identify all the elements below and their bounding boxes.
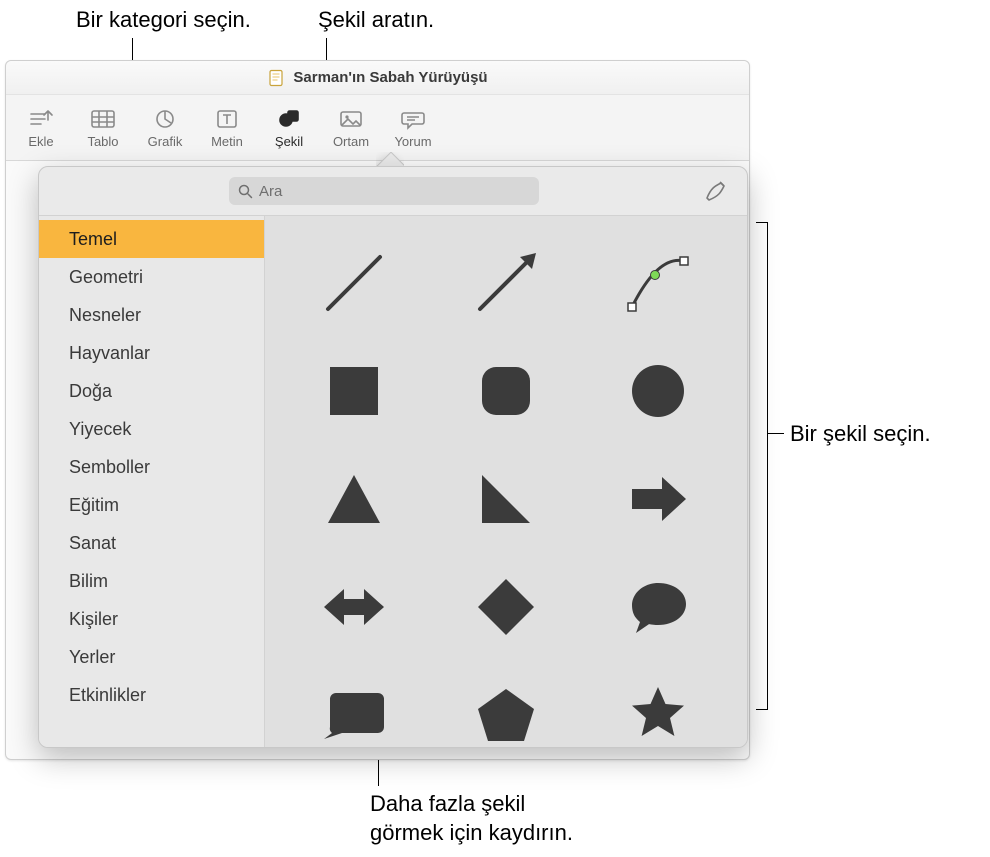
chart-icon (152, 108, 178, 130)
sidebar-item-temel[interactable]: Temel (39, 220, 264, 258)
shape-star[interactable] (597, 666, 719, 747)
callout-choose-shape: Bir şekil seçin. (790, 420, 931, 449)
shape-arrow-line[interactable] (445, 234, 567, 332)
shape-icon (276, 108, 302, 130)
callout-choose-category: Bir kategori seçin. (76, 6, 251, 35)
sidebar-item-yerler[interactable]: Yerler (39, 638, 264, 676)
search-input[interactable]: Ara (229, 177, 539, 205)
shape-curve[interactable] (597, 234, 719, 332)
sidebar-item-bilim[interactable]: Bilim (39, 562, 264, 600)
sidebar-item-label: Geometri (69, 267, 143, 288)
shape-line[interactable] (293, 234, 415, 332)
shape-circle[interactable] (597, 342, 719, 440)
sidebar-item-label: Kişiler (69, 609, 118, 630)
popover-arrow (376, 152, 404, 166)
sidebar-item-etkinlikler[interactable]: Etkinlikler (39, 676, 264, 714)
sidebar-item-nesneler[interactable]: Nesneler (39, 296, 264, 334)
callout-scroll-more: Daha fazla şekil görmek için kaydırın. (370, 790, 573, 847)
toolbar-label: Ekle (28, 134, 53, 149)
sidebar-item-geometri[interactable]: Geometri (39, 258, 264, 296)
sidebar-item-label: Yerler (69, 647, 115, 668)
shape-arrow-right[interactable] (597, 450, 719, 548)
shape-right-triangle[interactable] (445, 450, 567, 548)
callout-bracket (756, 222, 768, 710)
sidebar-item-doga[interactable]: Doğa (39, 372, 264, 410)
toolbar-chart[interactable]: Grafik (136, 100, 194, 158)
sidebar-item-label: Eğitim (69, 495, 119, 516)
toolbar-label: Yorum (394, 134, 431, 149)
document-icon (267, 69, 285, 87)
window-titlebar: Sarman'ın Sabah Yürüyüşü (6, 61, 749, 95)
sidebar-item-label: Yiyecek (69, 419, 131, 440)
shape-speech-bubble[interactable] (597, 558, 719, 656)
sidebar-item-semboller[interactable]: Semboller (39, 448, 264, 486)
sidebar-item-label: Sanat (69, 533, 116, 554)
category-sidebar: Temel Geometri Nesneler Hayvanlar Doğa Y… (39, 216, 265, 747)
text-icon (214, 108, 240, 130)
insert-icon (28, 108, 54, 130)
shapes-popover: Ara Temel Geometri Nesneler Hayvanlar Do… (38, 166, 748, 748)
sidebar-item-label: Temel (69, 229, 117, 250)
media-icon (338, 108, 364, 130)
toolbar-shape[interactable]: Şekil (260, 100, 318, 158)
shape-quote-bubble[interactable] (293, 666, 415, 747)
shape-grid[interactable] (265, 216, 747, 747)
sidebar-item-label: Bilim (69, 571, 108, 592)
sidebar-item-label: Nesneler (69, 305, 141, 326)
shape-arrow-bidirectional[interactable] (293, 558, 415, 656)
popover-body: Temel Geometri Nesneler Hayvanlar Doğa Y… (39, 215, 747, 747)
toolbar-label: Grafik (148, 134, 183, 149)
sidebar-item-yiyecek[interactable]: Yiyecek (39, 410, 264, 448)
shape-square[interactable] (293, 342, 415, 440)
popover-header: Ara (39, 167, 747, 215)
shape-diamond[interactable] (445, 558, 567, 656)
sidebar-item-label: Etkinlikler (69, 685, 146, 706)
shape-rounded-square[interactable] (445, 342, 567, 440)
toolbar-label: Metin (211, 134, 243, 149)
toolbar-media[interactable]: Ortam (322, 100, 380, 158)
toolbar-table[interactable]: Tablo (74, 100, 132, 158)
toolbar-label: Ortam (333, 134, 369, 149)
callout-search-shape: Şekil aratın. (318, 6, 434, 35)
sidebar-item-sanat[interactable]: Sanat (39, 524, 264, 562)
table-icon (90, 108, 116, 130)
draw-shape-icon[interactable] (703, 178, 729, 204)
sidebar-item-label: Hayvanlar (69, 343, 150, 364)
toolbar-label: Tablo (87, 134, 118, 149)
toolbar-comment[interactable]: Yorum (384, 100, 442, 158)
sidebar-item-kisiler[interactable]: Kişiler (39, 600, 264, 638)
window-title: Sarman'ın Sabah Yürüyüşü (293, 69, 487, 86)
sidebar-item-label: Semboller (69, 457, 150, 478)
toolbar-label: Şekil (275, 134, 303, 149)
sidebar-item-label: Doğa (69, 381, 112, 402)
callout-line (768, 433, 784, 434)
sidebar-item-hayvanlar[interactable]: Hayvanlar (39, 334, 264, 372)
search-icon (237, 183, 253, 199)
toolbar-text[interactable]: Metin (198, 100, 256, 158)
sidebar-item-egitim[interactable]: Eğitim (39, 486, 264, 524)
toolbar-insert[interactable]: Ekle (12, 100, 70, 158)
search-placeholder: Ara (259, 183, 282, 200)
shape-triangle[interactable] (293, 450, 415, 548)
shape-pentagon[interactable] (445, 666, 567, 747)
comment-icon (400, 108, 426, 130)
